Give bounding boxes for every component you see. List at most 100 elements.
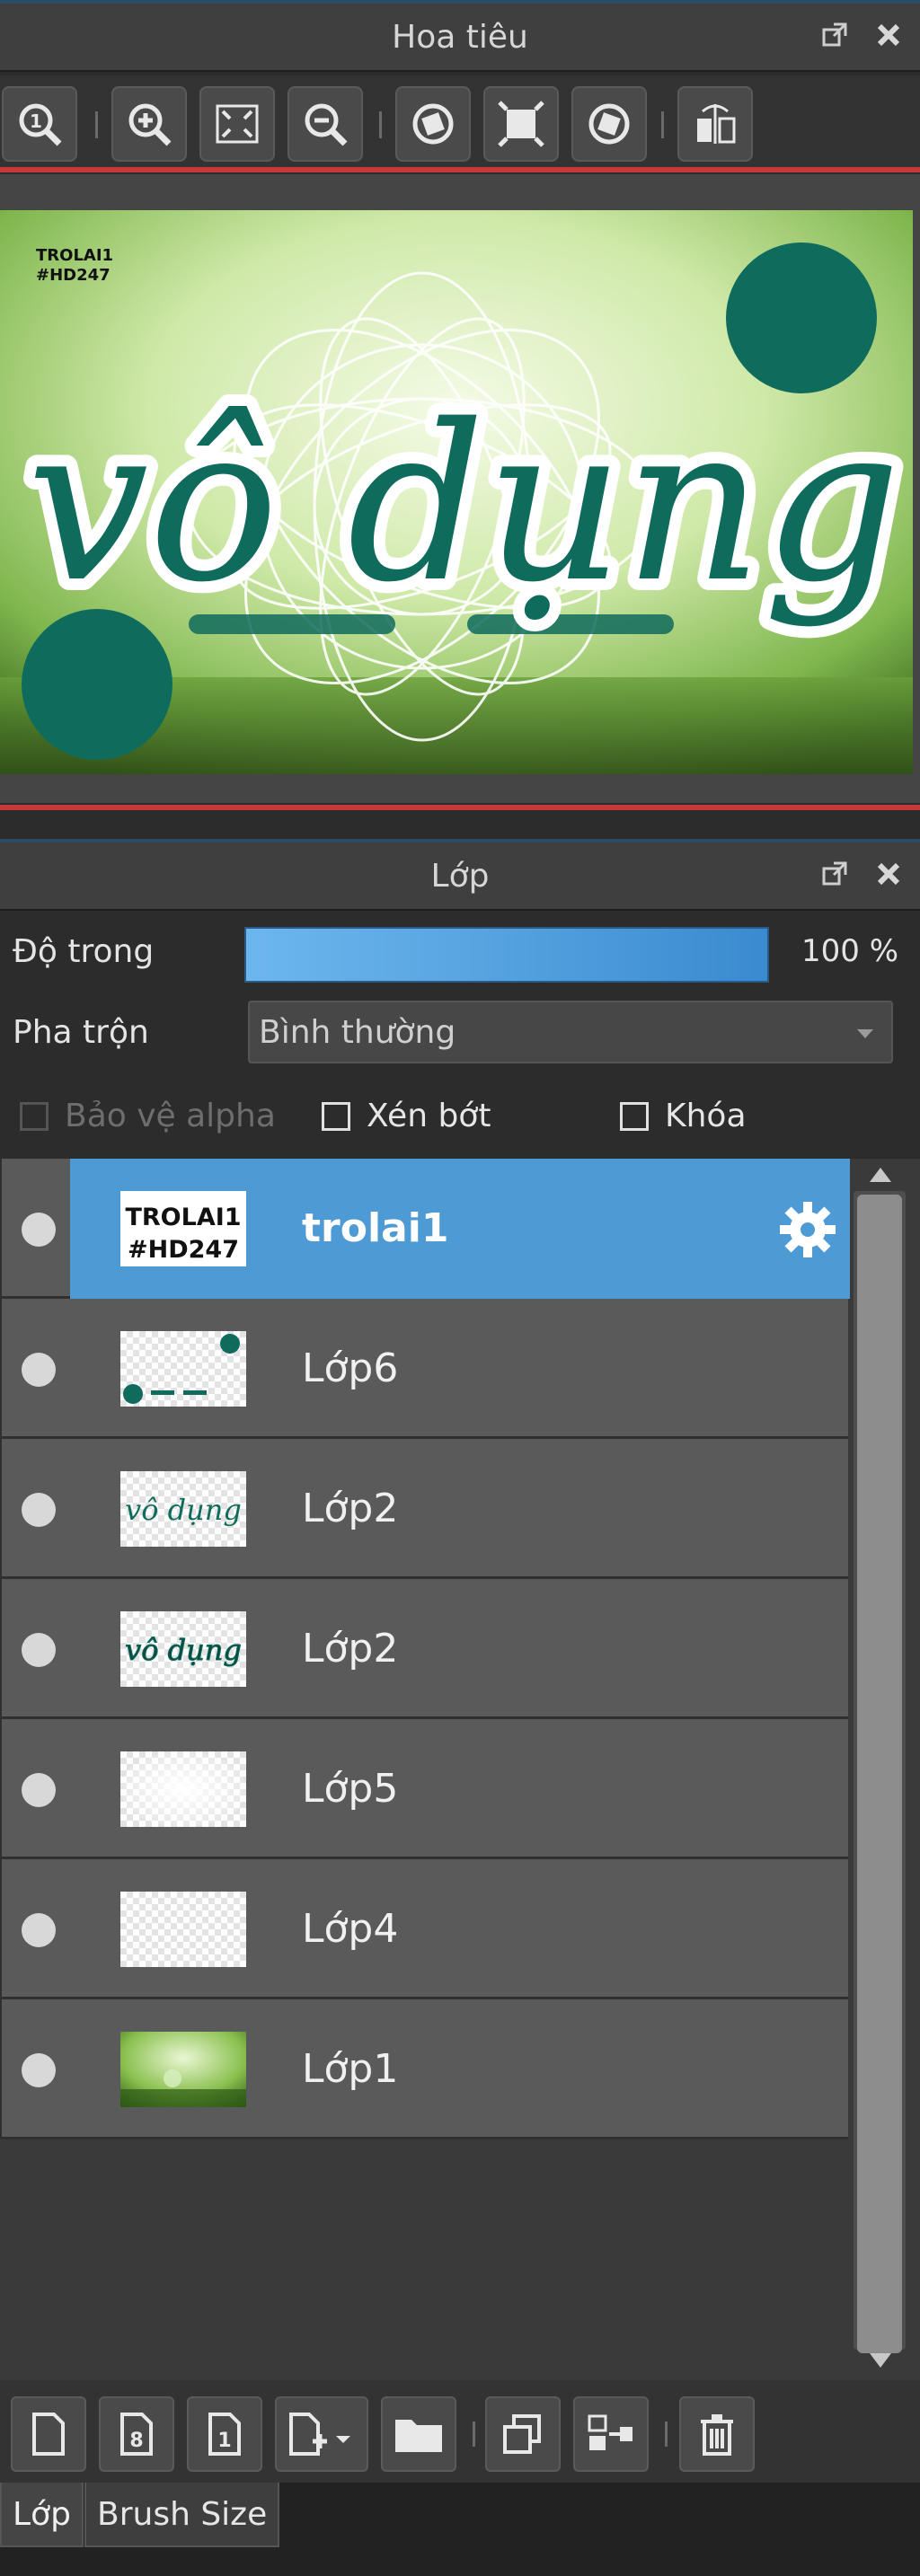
- opacity-value: 100 %: [801, 933, 898, 969]
- blend-row: Pha trộn Bình thường: [0, 992, 920, 1072]
- rotate-left-icon: [412, 103, 454, 145]
- flip-button[interactable]: [677, 86, 753, 162]
- svg-text:1: 1: [217, 2430, 231, 2452]
- layer-thumbnail: vô dụng: [120, 1471, 246, 1547]
- merge-down-icon: [588, 2414, 632, 2450]
- add-layer-menu-button[interactable]: [275, 2396, 368, 2472]
- layer-row[interactable]: Lớp1: [0, 1999, 848, 2139]
- new-8bit-layer-button[interactable]: 8: [99, 2396, 174, 2472]
- svg-text:TROLAI1: TROLAI1: [125, 1204, 241, 1231]
- layer-row[interactable]: Lớp4: [0, 1859, 848, 1999]
- layer-name: Lớp6: [302, 1345, 399, 1391]
- fit-window-icon: [498, 101, 544, 147]
- layer-name: Lớp4: [302, 1906, 399, 1952]
- delete-icon: [701, 2414, 733, 2456]
- zoom-in-icon: [128, 103, 172, 146]
- detach-panel-icon[interactable]: [819, 20, 850, 50]
- layer-name: Lớp2: [302, 1626, 399, 1672]
- new-folder-button[interactable]: [381, 2396, 456, 2472]
- layer-thumbnail: [120, 1892, 246, 1967]
- lock-checkbox[interactable]: Khóa: [620, 1098, 747, 1134]
- layer-name: trolai1: [302, 1205, 449, 1251]
- zoom-actual-icon: 1: [19, 103, 62, 146]
- layer-thumbnail: [120, 1751, 246, 1827]
- navigator-frame-bottom: [0, 805, 920, 810]
- fit-screen-icon: [216, 104, 259, 144]
- blend-mode-select[interactable]: Bình thường: [248, 1001, 893, 1063]
- scroll-thumb[interactable]: [857, 1195, 902, 2353]
- layer-actions-toolbar: 8 1: [0, 2380, 920, 2483]
- scroll-down-icon[interactable]: [870, 2353, 891, 2368]
- visibility-toggle[interactable]: [22, 1353, 56, 1387]
- main-title-text: vô dụng: [27, 378, 901, 630]
- visibility-toggle[interactable]: [22, 2053, 56, 2087]
- opacity-slider[interactable]: [244, 927, 769, 983]
- protect-alpha-checkbox[interactable]: Bảo vệ alpha: [20, 1098, 276, 1134]
- preview-artwork: TROLAI1 #HD247 vô dụng vô dụng: [0, 210, 913, 774]
- clip-label: Xén bớt: [367, 1098, 491, 1134]
- scroll-up-icon[interactable]: [870, 1168, 891, 1182]
- visibility-toggle[interactable]: [22, 1213, 56, 1247]
- visibility-toggle[interactable]: [22, 1493, 56, 1527]
- new-8bit-layer-icon: 8: [120, 2413, 153, 2456]
- layers-list: TROLAI1 #HD247 trolai1 Lớp6 vô dụng Lớp2…: [0, 1159, 852, 2380]
- tab-layers[interactable]: Lớp: [0, 2483, 84, 2547]
- layer-name: Lớp2: [302, 1486, 399, 1531]
- layer-thumbnail: [120, 1331, 246, 1407]
- gear-icon[interactable]: [776, 1198, 839, 1261]
- chevron-down-icon: [857, 1029, 873, 1038]
- zoom-in-button[interactable]: [111, 86, 187, 162]
- navigator-title-bar: Hoa tiêu: [0, 0, 920, 72]
- merge-down-button[interactable]: [573, 2396, 649, 2472]
- visibility-toggle[interactable]: [22, 1633, 56, 1667]
- duplicate-icon: [503, 2414, 541, 2454]
- panel-tabs: Lớp Brush Size: [0, 2483, 920, 2576]
- visibility-toggle[interactable]: [22, 1773, 56, 1807]
- tab-label: Lớp: [13, 2495, 71, 2533]
- detach-panel-icon[interactable]: [819, 859, 850, 889]
- blend-mode-value: Bình thường: [259, 1013, 456, 1051]
- layer-row[interactable]: Lớp6: [0, 1299, 848, 1439]
- layer-options-row: Bảo vệ alpha Xén bớt Khóa: [0, 1078, 920, 1157]
- close-icon[interactable]: [873, 859, 904, 889]
- zoom-out-button[interactable]: [288, 86, 363, 162]
- new-layer-button[interactable]: [11, 2396, 86, 2472]
- duplicate-layer-button[interactable]: [485, 2396, 561, 2472]
- navigator-frame-top: [0, 167, 920, 172]
- layer-thumbnail: vô dụng: [120, 1611, 246, 1687]
- folder-icon: [395, 2420, 442, 2452]
- fit-window-button[interactable]: [483, 86, 559, 162]
- navigator-title: Hoa tiêu: [392, 18, 528, 56]
- visibility-toggle[interactable]: [22, 1913, 56, 1947]
- layer-row[interactable]: TROLAI1 #HD247 trolai1: [0, 1159, 850, 1299]
- rotate-left-button[interactable]: [395, 86, 471, 162]
- checkbox-box: [620, 1101, 649, 1131]
- canvas-preview-image: TROLAI1 #HD247 vô dụng vô dụng: [0, 210, 913, 774]
- layers-scrollbar[interactable]: [852, 1159, 920, 2380]
- delete-layer-button[interactable]: [679, 2396, 755, 2472]
- layer-thumbnail: [120, 2032, 246, 2107]
- layers-title: Lớp: [430, 857, 490, 895]
- rotate-right-button[interactable]: [571, 86, 647, 162]
- new-layer-icon: [32, 2413, 65, 2456]
- layer-row[interactable]: vô dụng Lớp2: [0, 1439, 848, 1579]
- layer-row[interactable]: Lớp5: [0, 1719, 848, 1859]
- new-1bit-layer-button[interactable]: 1: [187, 2396, 262, 2472]
- navigator-toolbar: 1: [0, 75, 920, 169]
- layer-row[interactable]: vô dụng Lớp2: [0, 1579, 848, 1719]
- close-icon[interactable]: [873, 20, 904, 50]
- checkbox-box: [322, 1101, 350, 1131]
- tab-label: Brush Size: [97, 2495, 268, 2533]
- fit-screen-button[interactable]: [199, 86, 275, 162]
- watermark-line2: #HD247: [36, 266, 111, 285]
- watermark-line1: TROLAI1: [36, 246, 113, 265]
- new-1bit-layer-icon: 1: [208, 2413, 241, 2456]
- tab-brush-size[interactable]: Brush Size: [84, 2483, 280, 2547]
- layers-title-bar: Lớp: [0, 839, 920, 911]
- layer-name: Lớp5: [302, 1766, 399, 1812]
- clip-checkbox[interactable]: Xén bớt: [322, 1098, 491, 1134]
- zoom-actual-button[interactable]: 1: [2, 86, 77, 162]
- opacity-row: Độ trong 100 %: [0, 911, 920, 992]
- navigator-preview[interactable]: TROLAI1 #HD247 vô dụng vô dụng: [0, 174, 920, 803]
- svg-text:#HD247: #HD247: [128, 1236, 239, 1264]
